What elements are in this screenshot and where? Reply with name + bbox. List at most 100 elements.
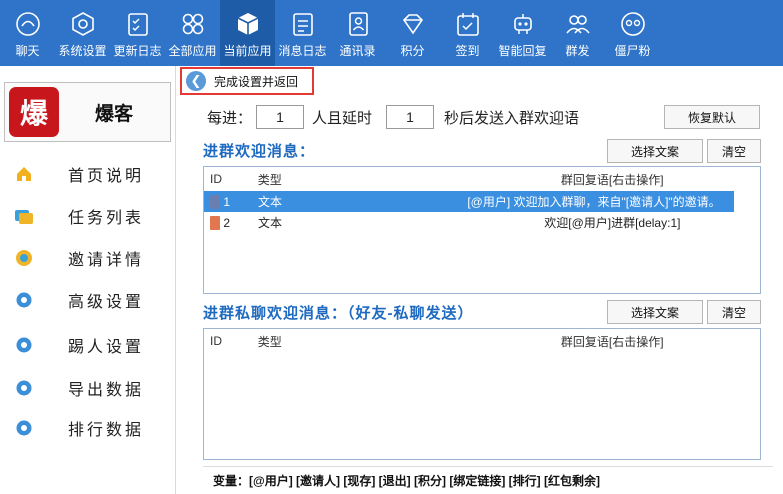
row-id-cell: 1 [210,194,230,209]
task-list-icon [14,206,34,226]
nav-label: 群发 [565,44,590,58]
sidebar-item-label: 导出数据 [68,382,145,399]
nav-label: 更新日志 [113,44,162,58]
sidebar: 爆 爆客 首页说明 任务列表 邀请详情 高级设置 踢人设置 导出数据 排行数据 [0,66,176,494]
table-header: ID 类型 群回复语[右击操作] [204,329,760,353]
text-message-icon [210,215,221,230]
sidebar-item-label: 首页说明 [68,168,145,185]
checklist-icon [124,10,152,38]
nav-label: 系统设置 [58,44,107,58]
welcome-select-copy-button[interactable]: 选择文案 [607,139,703,163]
brand-name: 爆客 [95,103,134,125]
sidebar-item-kick-settings[interactable]: 踢人设置 [0,327,176,363]
delay-seconds-input[interactable]: 1 [386,105,435,129]
nav-message-log[interactable]: 消息日志 [275,0,330,66]
row-id-cell: 2 [210,215,230,230]
nav-mass-send[interactable]: 群发 [550,0,605,66]
private-section-title: 进群私聊欢迎消息：（好友-私聊发送） [203,305,474,322]
column-id: ID [210,172,222,186]
row-id: 1 [223,194,230,209]
nav-chat[interactable]: 聊天 [0,0,55,66]
table-header: ID 类型 群回复语[右击操作] [204,167,760,191]
nav-smart-reply[interactable]: 智能回复 [495,0,550,66]
welcome-clear-button[interactable]: 清空 [707,139,761,163]
home-icon [14,164,34,184]
robot-icon [509,10,537,38]
nav-system-settings[interactable]: 系统设置 [55,0,110,66]
sidebar-item-label: 排行数据 [68,422,145,439]
brand-logo: 爆 [9,87,59,137]
nav-label: 签到 [455,44,480,58]
nav-update-log[interactable]: 更新日志 [110,0,165,66]
diamond-icon [399,10,427,38]
message-log-icon [289,10,317,38]
gear-icon [14,290,34,310]
column-reply: 群回复语[右击操作] [560,172,664,187]
reset-default-button[interactable]: 恢复默认 [664,105,760,129]
row-reply: [@用户] 欢迎加入群聊，来自"[邀请人]"的邀请。 [467,195,721,209]
hexagon-settings-icon [69,10,97,38]
invite-icon [14,248,34,268]
gear-icon [14,418,34,438]
finish-and-return-button[interactable]: ❮ 完成设置并返回 [180,67,314,95]
finish-and-return-label: 完成设置并返回 [214,74,299,89]
column-id: ID [210,334,222,348]
column-reply: 群回复语[右击操作] [560,334,664,349]
sidebar-item-label: 高级设置 [68,294,145,311]
brand-card: 爆 爆客 [4,82,171,142]
sidebar-item-label: 任务列表 [68,210,145,227]
sidebar-item-task-list[interactable]: 任务列表 [0,198,176,234]
delay-prefix: 每进： [207,109,253,127]
group-icon [564,10,592,38]
delay-suffix: 秒后发送入群欢迎语 [444,109,580,127]
sidebar-item-home-intro[interactable]: 首页说明 [0,156,176,192]
variables-text: 变量：[@用户] [邀请人] [现存] [退出] [积分] [绑定链接] [排行… [213,474,600,488]
column-type: 类型 [257,172,282,187]
row-id: 2 [223,215,230,230]
nav-label: 全部应用 [168,44,217,58]
nav-current-app[interactable]: 当前应用 [220,0,275,66]
nav-label: 积分 [400,44,425,58]
sidebar-item-label: 踢人设置 [68,339,145,356]
private-select-copy-button[interactable]: 选择文案 [607,300,703,324]
nav-contacts[interactable]: 通讯录 [330,0,385,66]
join-count-input[interactable]: 1 [256,105,305,129]
sidebar-item-export-data[interactable]: 导出数据 [0,370,176,406]
nav-label: 智能回复 [498,44,547,58]
apps-grid-icon [179,10,207,38]
sidebar-item-invite-details[interactable]: 邀请详情 [0,240,176,276]
row-type: 文本 [258,195,283,209]
calendar-check-icon [454,10,482,38]
nav-label: 僵尸粉 [614,44,651,58]
variables-bar: 变量：[@用户] [邀请人] [现存] [退出] [积分] [绑定链接] [排行… [203,466,773,494]
gear-icon [14,378,34,398]
contacts-icon [344,10,372,38]
welcome-section-title: 进群欢迎消息： [203,143,316,160]
delay-middle-text: 人且延时 [312,109,373,127]
chat-icon [14,10,42,38]
cube-icon [234,10,262,38]
text-message-icon [210,194,221,209]
nav-zombie-fans[interactable]: 僵尸粉 [605,0,660,66]
nav-all-apps[interactable]: 全部应用 [165,0,220,66]
table-row[interactable]: 2 文本 欢迎[@用户]进群[delay:1] [204,212,760,233]
gear-icon [14,335,34,355]
sidebar-item-ranking-data[interactable]: 排行数据 [0,410,176,446]
column-type: 类型 [257,334,282,349]
nav-label: 通讯录 [339,44,376,58]
nav-label: 消息日志 [278,44,327,58]
private-message-table[interactable]: ID 类型 群回复语[右击操作] [203,328,761,460]
row-reply: 欢迎[@用户]进群[delay:1] [544,216,681,230]
chevron-left-icon: ❮ [186,71,206,91]
nav-checkin[interactable]: 签到 [440,0,495,66]
table-row[interactable]: 1 文本 [@用户] 欢迎加入群聊，来自"[邀请人]"的邀请。 [204,191,734,212]
zombie-icon [619,10,647,38]
sidebar-item-label: 邀请详情 [68,252,145,269]
delay-settings-row: 每进： 1 人且延时 1 秒后发送入群欢迎语 [207,105,579,129]
nav-label: 聊天 [15,44,40,58]
nav-label: 当前应用 [223,44,272,58]
sidebar-item-advanced-settings[interactable]: 高级设置 [0,282,176,318]
private-clear-button[interactable]: 清空 [707,300,761,324]
welcome-message-table[interactable]: ID 类型 群回复语[右击操作] 1 文本 [@用户] 欢迎加入群聊，来自"[邀… [203,166,761,294]
nav-points[interactable]: 积分 [385,0,440,66]
